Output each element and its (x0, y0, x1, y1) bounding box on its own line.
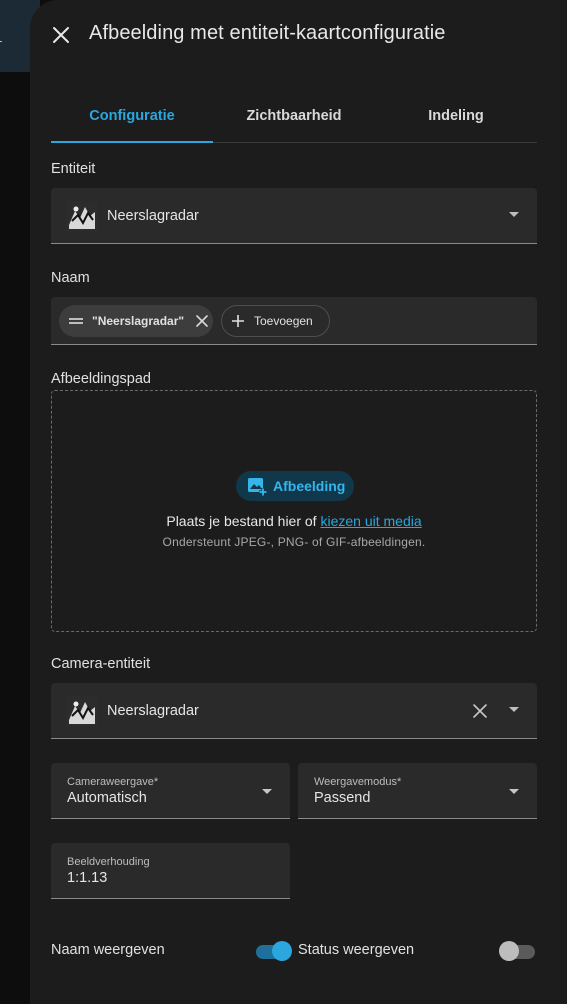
drop-instructions: Plaats je bestand hier of kiezen uit med… (52, 513, 536, 529)
aspect-ratio-value[interactable]: 1:1.13 (67, 870, 107, 886)
tab-zichtbaarheid[interactable]: Zichtbaarheid (213, 92, 375, 142)
close-icon (53, 27, 69, 43)
background-menu-glyph: – (0, 32, 2, 48)
chevron-down-icon[interactable] (509, 707, 519, 712)
card-config-dialog: Afbeelding met entiteit-kaartconfigurati… (30, 0, 567, 1004)
upload-image-label: Afbeelding (273, 478, 346, 494)
camera-entity-label: Camera-entiteit (51, 656, 151, 672)
add-name-button[interactable]: Toevoegen (221, 305, 330, 337)
show-name-label: Naam weergeven (51, 942, 165, 958)
image-path-label: Afbeeldingspad (51, 371, 151, 387)
show-name-toggle[interactable] (254, 941, 292, 961)
camera-view-label: Cameraweergave* (67, 776, 159, 788)
entity-picture (66, 201, 98, 231)
show-state-toggle[interactable] (499, 941, 537, 961)
aspect-ratio-field[interactable]: Beeldverhouding 1:1.13 (51, 843, 290, 899)
chevron-down-icon (509, 789, 519, 794)
entity-picker[interactable]: Neerslagradar (51, 188, 537, 244)
tab-indeling[interactable]: Indeling (375, 92, 537, 142)
drop-text: Plaats je bestand hier of (166, 513, 317, 529)
name-chip-label: "Neerslagradar" (92, 314, 185, 328)
add-name-label: Toevoegen (254, 314, 313, 328)
image-dropzone[interactable]: Afbeelding Plaats je bestand hier of kie… (51, 390, 537, 632)
drag-handle-icon[interactable] (68, 315, 84, 327)
tab-configuratie[interactable]: Configuratie (51, 92, 213, 143)
chevron-down-icon[interactable] (509, 212, 519, 217)
choose-from-media-link[interactable]: kiezen uit media (320, 513, 421, 529)
name-field: "Neerslagradar" Toevoegen (51, 297, 537, 345)
display-mode-label: Weergavemodus* (314, 776, 402, 788)
chevron-down-icon (262, 789, 272, 794)
toggle-knob (499, 941, 519, 961)
image-plus-icon (248, 478, 267, 496)
camera-entity-value: Neerslagradar (107, 703, 199, 719)
dialog-title: Afbeelding met entiteit-kaartconfigurati… (89, 22, 446, 44)
name-chip[interactable]: "Neerslagradar" (59, 305, 213, 337)
camera-entity-picture (66, 696, 98, 726)
dialog-header: Afbeelding met entiteit-kaartconfigurati… (30, 0, 567, 70)
entity-label: Entiteit (51, 161, 96, 177)
aspect-ratio-label: Beeldverhouding (67, 856, 150, 868)
remove-chip-icon[interactable] (196, 315, 208, 327)
display-mode-select[interactable]: Weergavemodus* Passend (298, 763, 537, 819)
entity-value: Neerslagradar (107, 208, 199, 224)
camera-view-value: Automatisch (67, 790, 147, 806)
upload-image-button[interactable]: Afbeelding (236, 471, 354, 501)
tab-bar: Configuratie Zichtbaarheid Indeling (51, 92, 537, 143)
toggle-knob (272, 941, 292, 961)
show-state-label: Status weergeven (298, 942, 415, 958)
name-label: Naam (51, 270, 90, 286)
display-mode-value: Passend (314, 790, 371, 806)
clear-icon[interactable] (471, 702, 489, 720)
camera-view-select[interactable]: Cameraweergave* Automatisch (51, 763, 290, 819)
close-button[interactable] (46, 20, 76, 50)
plus-icon (232, 315, 244, 327)
camera-entity-picker[interactable]: Neerslagradar (51, 683, 537, 739)
supported-formats-hint: Ondersteunt JPEG-, PNG- of GIF-afbeeldin… (162, 535, 426, 549)
